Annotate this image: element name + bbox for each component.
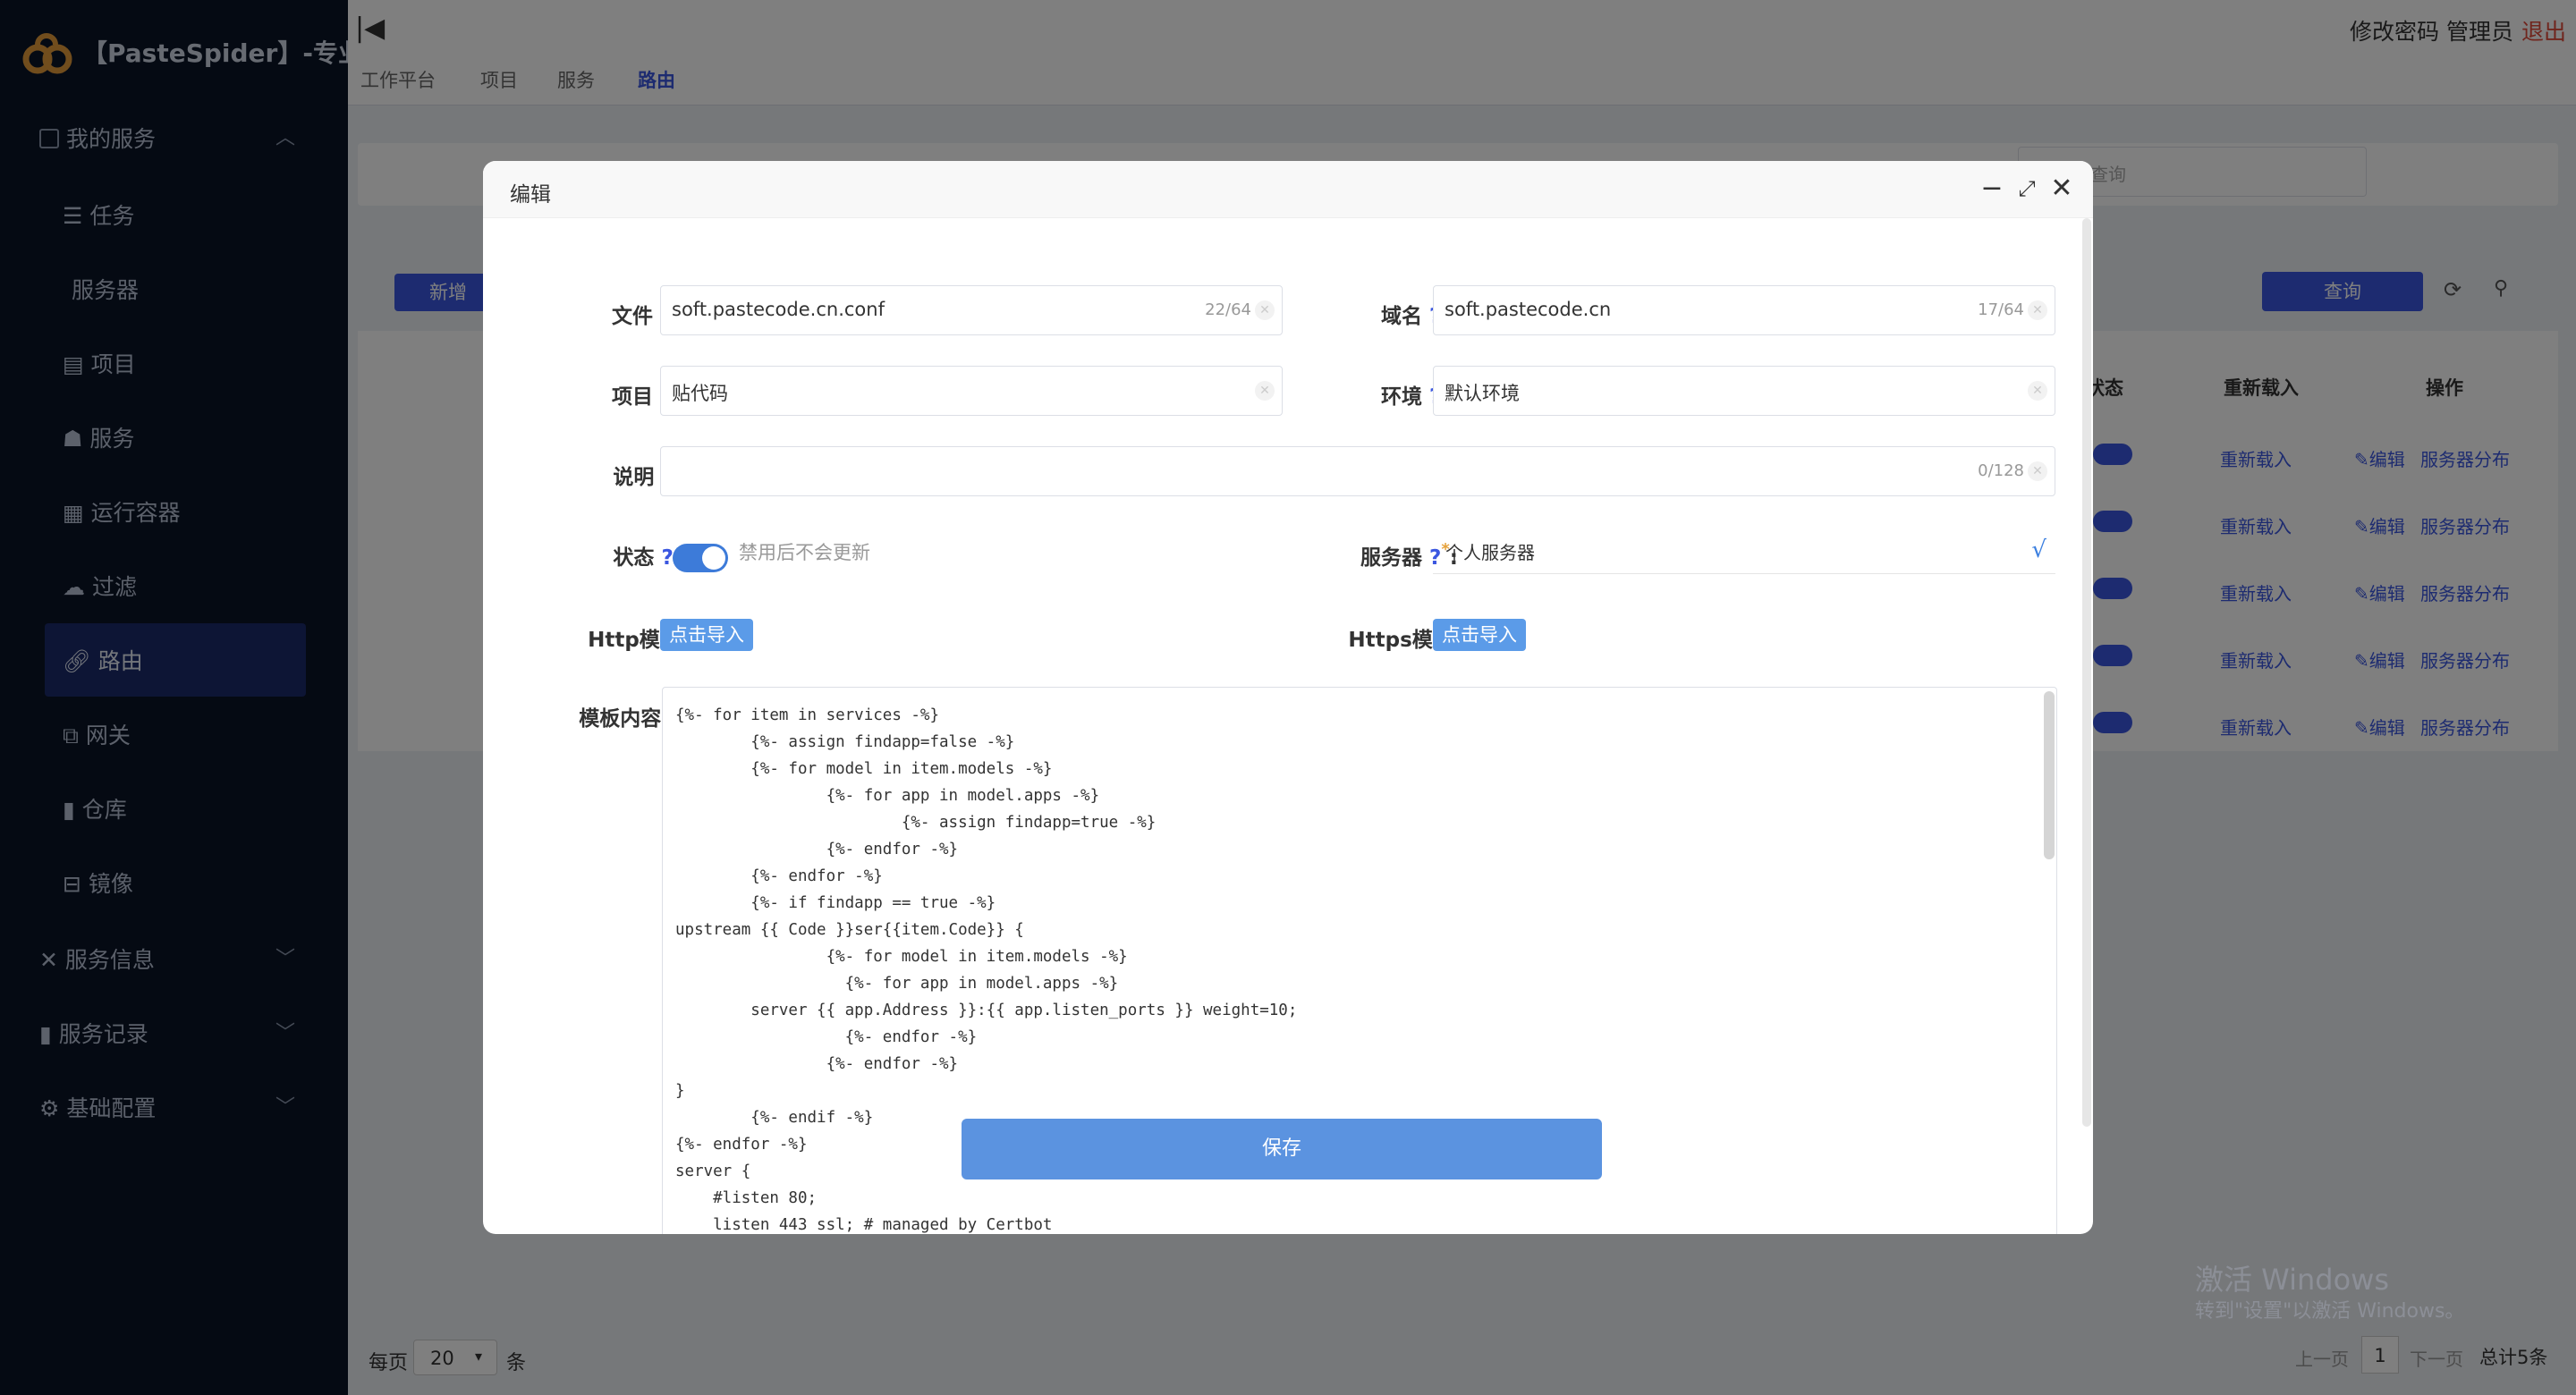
file-input[interactable]: soft.pastecode.cn.conf 22/64 ✕ — [660, 285, 1283, 335]
clear-icon[interactable]: ✕ — [2028, 300, 2047, 320]
clear-icon[interactable]: ✕ — [1255, 381, 1275, 401]
save-button[interactable]: 保存 — [962, 1119, 1602, 1179]
clear-icon[interactable]: ✕ — [2028, 381, 2047, 401]
edit-dialog: 编辑 − ⤢ ✕ 文件 ?*: soft.pastecode.cn.conf 2… — [483, 161, 2093, 1234]
desc-input[interactable]: 0/128 ✕ — [660, 446, 2055, 496]
project-select[interactable]: 贴代码 ✕ — [660, 366, 1283, 416]
domain-char-count: 17/64 — [1978, 300, 2024, 319]
dialog-header — [483, 161, 2093, 218]
https-import-button[interactable]: 点击导入 — [1433, 619, 1526, 651]
activation-watermark-title: 激活 Windows — [2195, 1263, 2390, 1297]
close-icon[interactable]: ✕ — [2046, 173, 2077, 204]
http-import-button[interactable]: 点击导入 — [660, 619, 753, 651]
clear-icon[interactable]: ✕ — [1255, 300, 1275, 320]
activation-watermark-subtitle: 转到"设置"以激活 Windows。 — [2195, 1300, 2465, 1323]
env-select[interactable]: 默认环境 ✕ — [1433, 366, 2055, 416]
status-label: 状态 ? : — [613, 546, 689, 570]
editor-scrollbar[interactable] — [2044, 691, 2055, 859]
help-icon[interactable]: ? — [661, 546, 673, 570]
dialog-scrollbar[interactable] — [2082, 218, 2091, 1127]
file-char-count: 22/64 — [1205, 300, 1251, 319]
check-icon: √ — [2031, 537, 2046, 563]
desc-char-count: 0/128 — [1978, 461, 2024, 480]
domain-input[interactable]: soft.pastecode.cn 17/64 ✕ — [1433, 285, 2055, 335]
dialog-title: 编辑 — [510, 183, 551, 207]
clear-icon[interactable]: ✕ — [2028, 461, 2047, 481]
status-hint: 禁用后不会更新 — [739, 542, 870, 563]
status-switch[interactable] — [673, 544, 728, 572]
switch-knob — [702, 546, 725, 570]
minimize-icon[interactable]: − — [1977, 173, 2007, 204]
server-select[interactable]: 个人服务器 √ — [1433, 522, 2055, 574]
maximize-icon[interactable]: ⤢ — [2012, 173, 2042, 204]
